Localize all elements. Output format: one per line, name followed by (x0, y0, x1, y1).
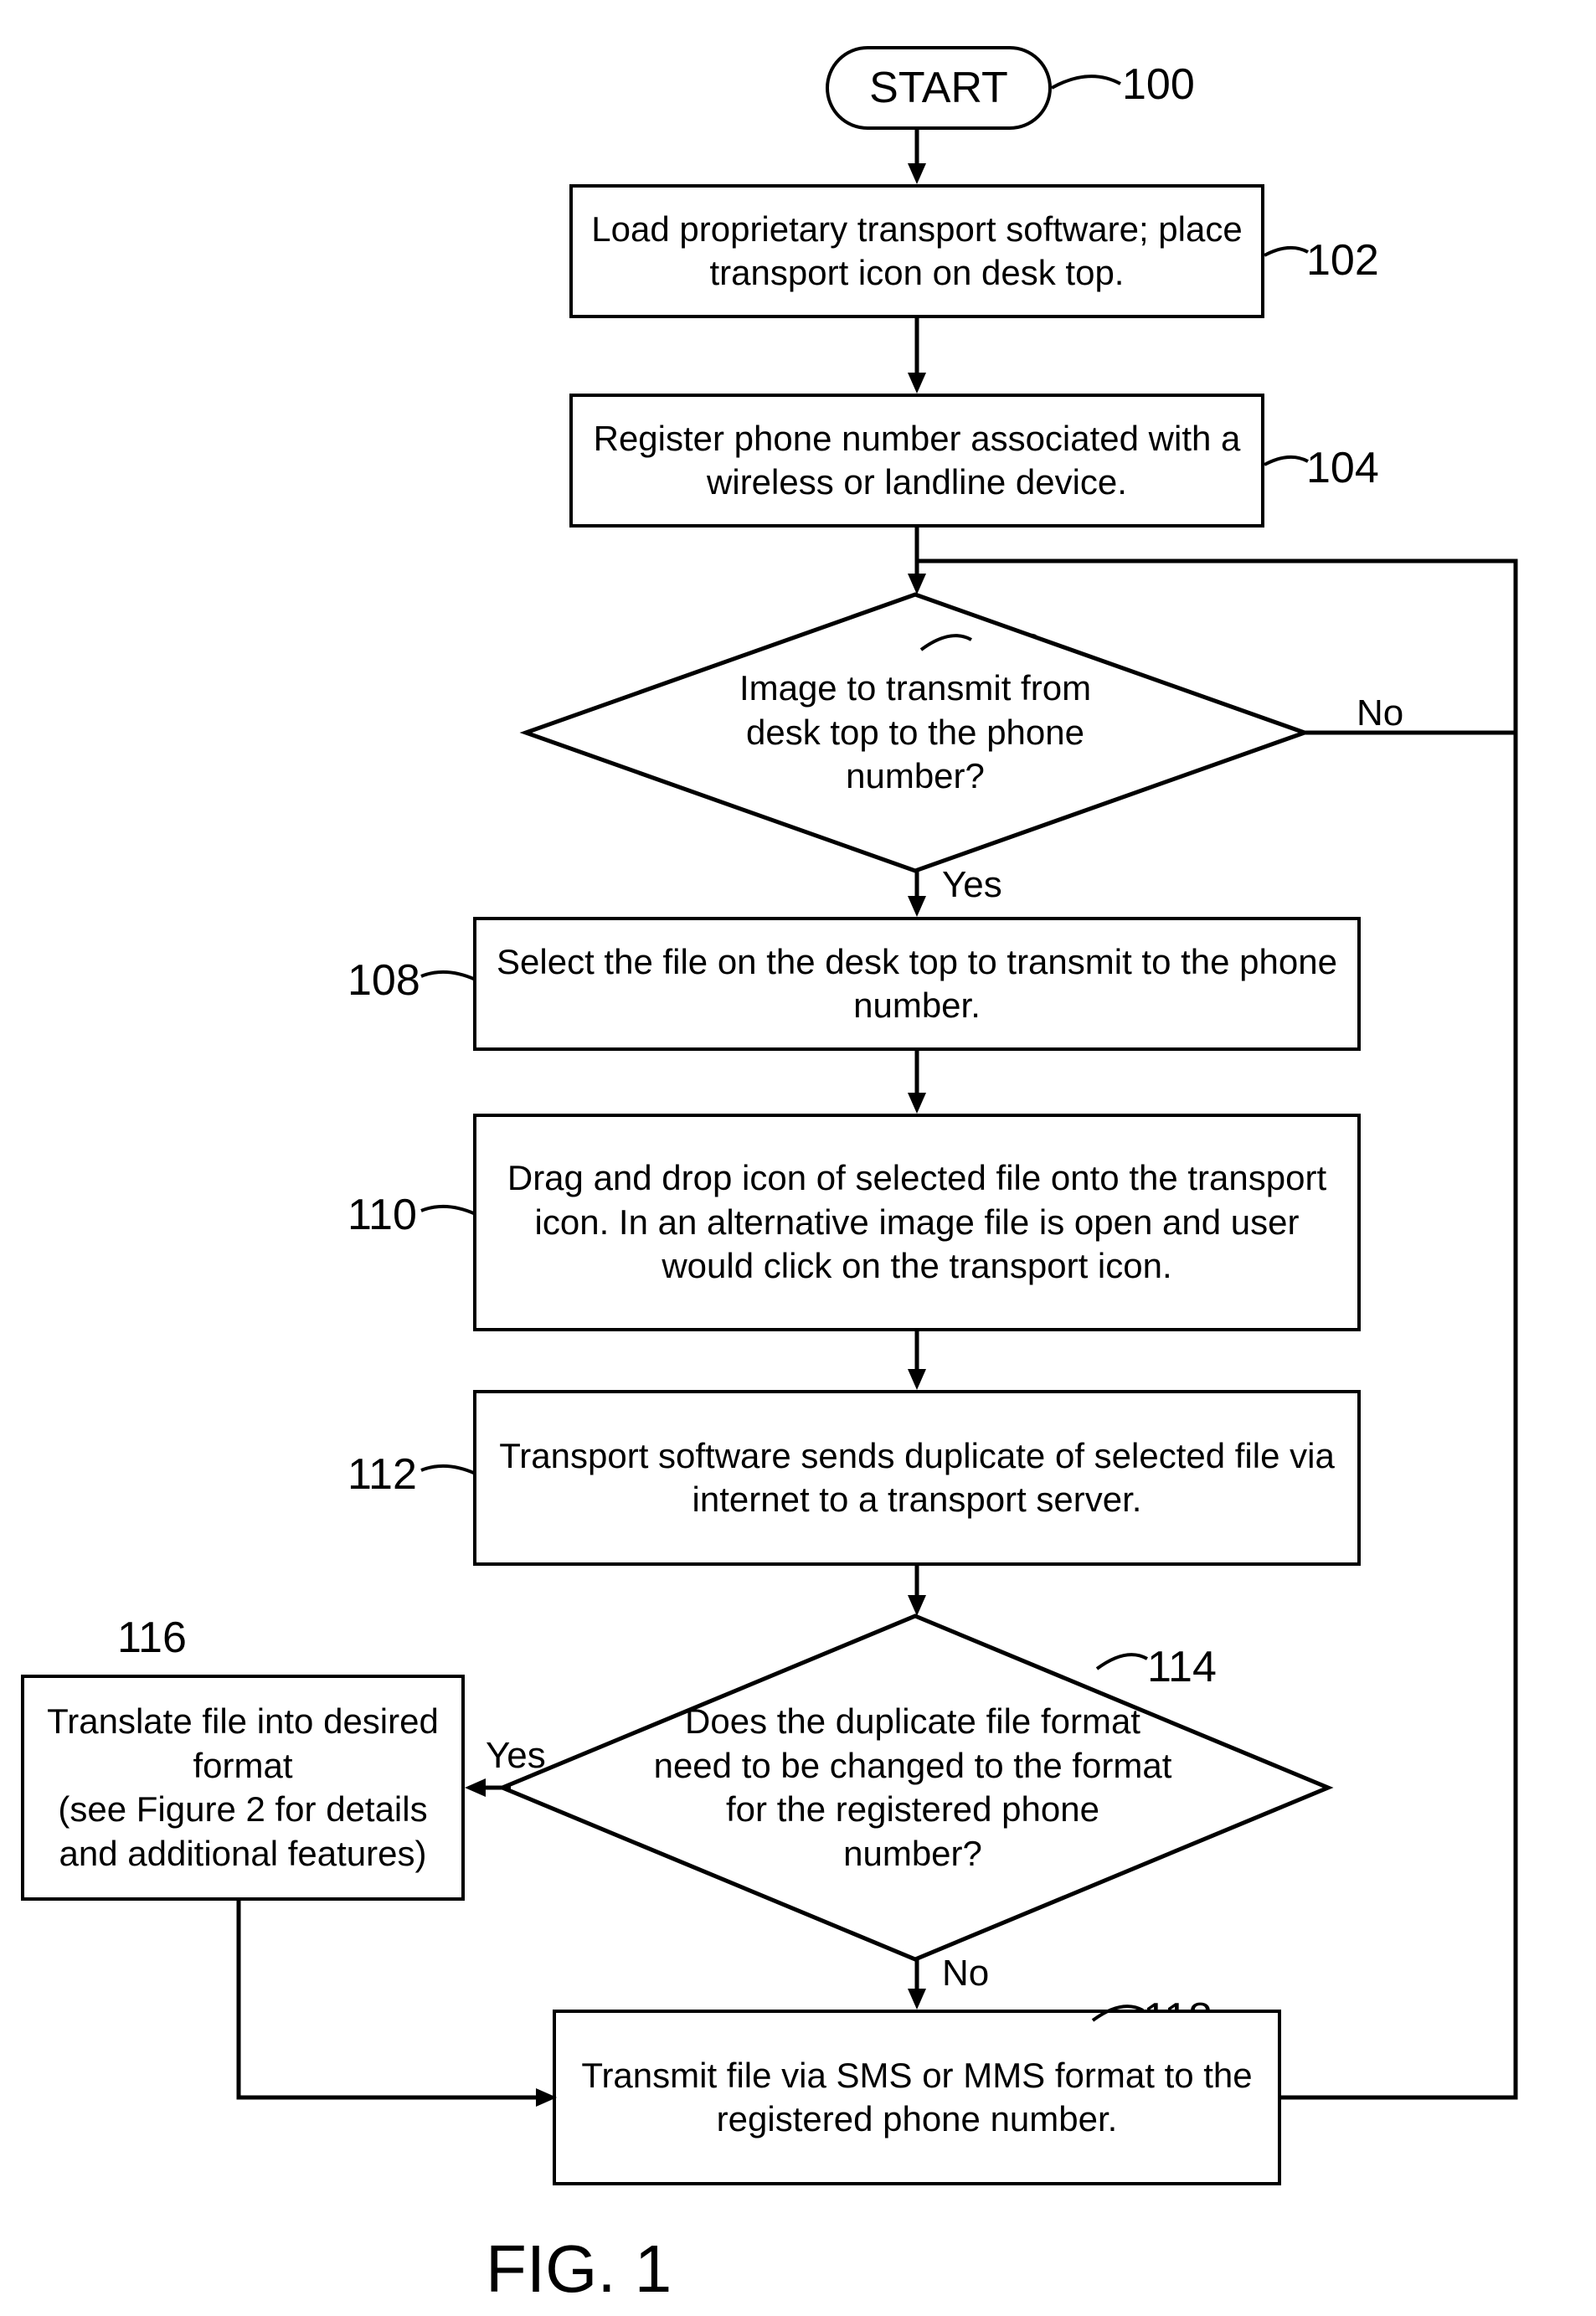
ref-112: 112 (348, 1453, 417, 1496)
process-116: Translate file into desired format (see … (21, 1675, 465, 1901)
arrow-118-loop (904, 548, 1532, 2106)
arrow-start-102 (904, 130, 929, 188)
ref-110: 110 (348, 1193, 417, 1237)
tick-102 (1264, 247, 1315, 264)
ref-100: 100 (1122, 63, 1195, 106)
tick-104 (1264, 456, 1315, 473)
ref-102: 102 (1306, 239, 1379, 282)
ref-108: 108 (348, 959, 420, 1002)
edge-114-yes: Yes (486, 1737, 546, 1774)
arrow-106-no (1305, 720, 1522, 745)
arrow-102-104 (904, 318, 929, 398)
ref-116: 116 (117, 1616, 187, 1660)
arrow-116-118 (226, 1901, 565, 2110)
arrow-114-116 (465, 1775, 515, 1800)
tick-108 (414, 971, 477, 988)
start-terminator: START (826, 46, 1052, 130)
tick-100 (1052, 75, 1127, 100)
tick-112 (414, 1465, 477, 1482)
ref-104: 104 (1306, 446, 1379, 490)
tick-110 (414, 1206, 477, 1222)
figure-caption: FIG. 1 (486, 2236, 672, 2303)
process-102: Load proprietary transport software; pla… (569, 184, 1264, 318)
flowchart-canvas: 100 102 104 106 108 110 112 114 116 118 … (0, 0, 1596, 2316)
process-104: Register phone number associated with a … (569, 394, 1264, 528)
